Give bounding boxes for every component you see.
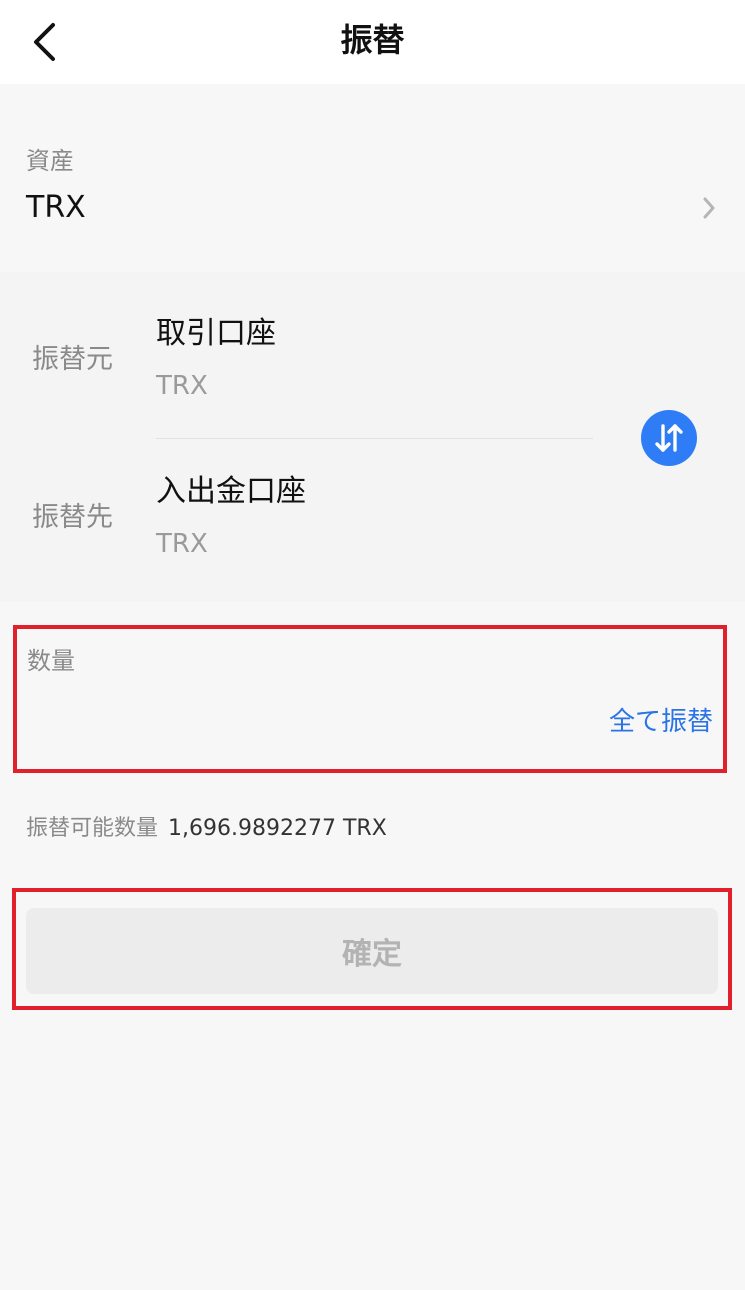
to-account[interactable]: 入出金口座	[156, 472, 306, 512]
from-account[interactable]: 取引口座	[156, 314, 276, 354]
confirm-area: 確定	[12, 888, 732, 1010]
chevron-right-icon	[703, 197, 715, 219]
available-value: 1,696.9892277 TRX	[168, 816, 387, 841]
from-currency: TRX	[156, 371, 208, 401]
divider	[156, 438, 593, 439]
available-amount: 振替可能数量 1,696.9892277 TRX	[26, 814, 387, 844]
from-label: 振替元	[32, 344, 113, 375]
to-label: 振替先	[32, 502, 113, 533]
asset-selector[interactable]: 資産 TRX	[0, 120, 745, 260]
asset-value: TRX	[26, 190, 86, 225]
available-label: 振替可能数量	[26, 816, 159, 841]
asset-label: 資産	[26, 147, 74, 175]
header: 振替	[0, 0, 745, 84]
swap-accounts-button[interactable]	[641, 410, 697, 466]
transfer-accounts: 振替元 取引口座 TRX 振替先 入出金口座 TRX	[0, 272, 745, 602]
confirm-button[interactable]: 確定	[26, 908, 718, 994]
quantity-field-group: 数量 全て振替	[13, 625, 727, 773]
to-currency: TRX	[156, 529, 208, 559]
transfer-all-button[interactable]: 全て振替	[609, 705, 713, 739]
page-title: 振替	[340, 21, 405, 59]
swap-arrows-icon	[655, 424, 683, 452]
quantity-input[interactable]	[27, 701, 587, 745]
quantity-label: 数量	[27, 647, 75, 675]
